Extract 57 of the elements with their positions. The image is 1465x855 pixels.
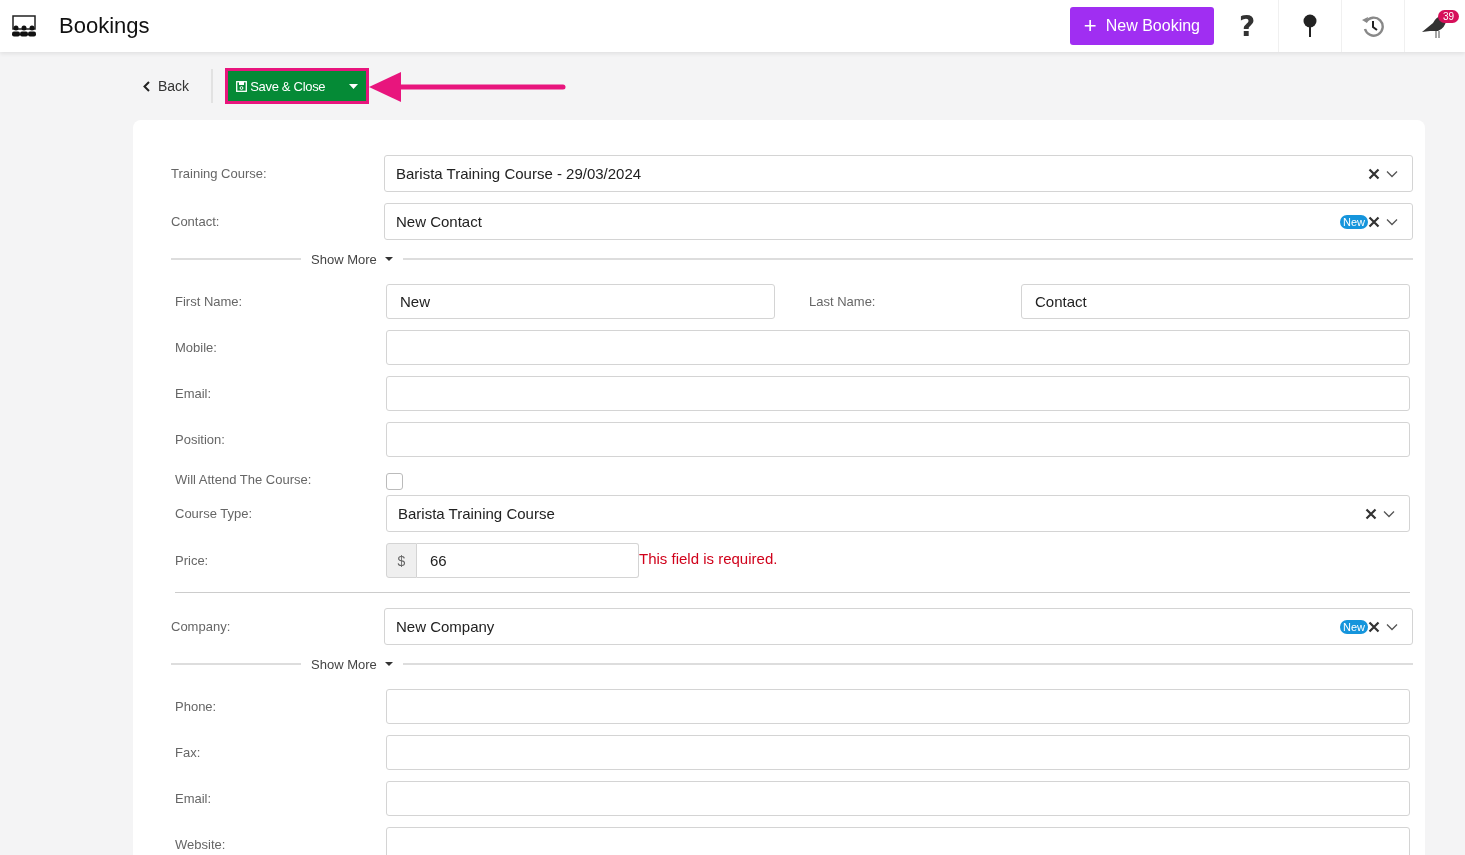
field-label: Fax: [175,745,202,760]
back-button[interactable]: Back [143,78,190,94]
text-field[interactable] [386,376,1410,411]
help-icon[interactable]: ? [1238,9,1256,43]
field-label: Position: [175,432,226,447]
field-label: Email: [175,386,213,401]
field-label: Email: [175,791,213,806]
new-badge: New [1340,619,1368,634]
caret-icon [384,257,393,261]
field-label: Website: [175,837,227,852]
select-field[interactable]: Barista Training Course [386,495,1410,532]
chevron-down-icon[interactable] [1386,217,1398,226]
clear-icon[interactable] [1365,507,1377,520]
text-field[interactable]: Contact [1021,284,1410,319]
chevron-down-icon[interactable] [1386,622,1398,631]
show-more-toggle[interactable]: Show More [301,656,403,672]
chevron-down-icon[interactable] [1386,169,1398,178]
new-booking-button[interactable]: + New Booking [1069,7,1214,45]
field-label: Will Attend The Course: [175,471,313,487]
field-label: Last Name: [809,294,877,309]
pin-icon[interactable] [1303,14,1317,38]
audience-icon[interactable] [11,15,37,37]
field-label: Price: [175,553,210,568]
field-label: Phone: [175,699,218,714]
field-label: Contact: [171,214,221,229]
field-label: Training Course: [171,166,268,181]
show-more-toggle[interactable]: Show More [301,251,403,267]
text-field[interactable] [386,827,1410,855]
caret-icon [384,662,393,666]
select-field[interactable]: Barista Training Course - 29/03/2024 [384,155,1413,192]
chevron-left-icon [143,80,150,92]
field-label: Mobile: [175,340,218,355]
text-field[interactable]: New [386,284,775,319]
select-field[interactable]: New Contact New [384,203,1413,240]
text-field[interactable] [386,689,1410,724]
text-field[interactable] [386,422,1410,457]
text-field[interactable] [386,735,1410,770]
new-badge: New [1340,214,1368,229]
field-label: Company: [171,619,232,634]
save-close-button[interactable]: Save & Close [225,68,370,104]
text-field[interactable] [386,330,1410,365]
notification-badge: 39 [1437,10,1459,23]
select-field[interactable]: New Company New [384,608,1413,645]
currency-prefix: $ [386,543,417,578]
error-message: This field is required. [639,550,778,567]
price-field[interactable]: 66 [417,543,639,578]
field-label: First Name: [175,294,244,309]
clear-icon[interactable] [1368,620,1380,633]
page-title: Bookings [59,13,151,39]
checkbox[interactable] [386,473,403,490]
clear-icon[interactable] [1368,215,1380,228]
chevron-down-icon[interactable] [1383,509,1395,518]
text-field[interactable] [386,781,1410,816]
history-icon[interactable] [1361,14,1385,38]
clear-icon[interactable] [1368,167,1380,180]
caret-icon[interactable] [349,83,359,89]
field-label: Course Type: [175,506,254,521]
